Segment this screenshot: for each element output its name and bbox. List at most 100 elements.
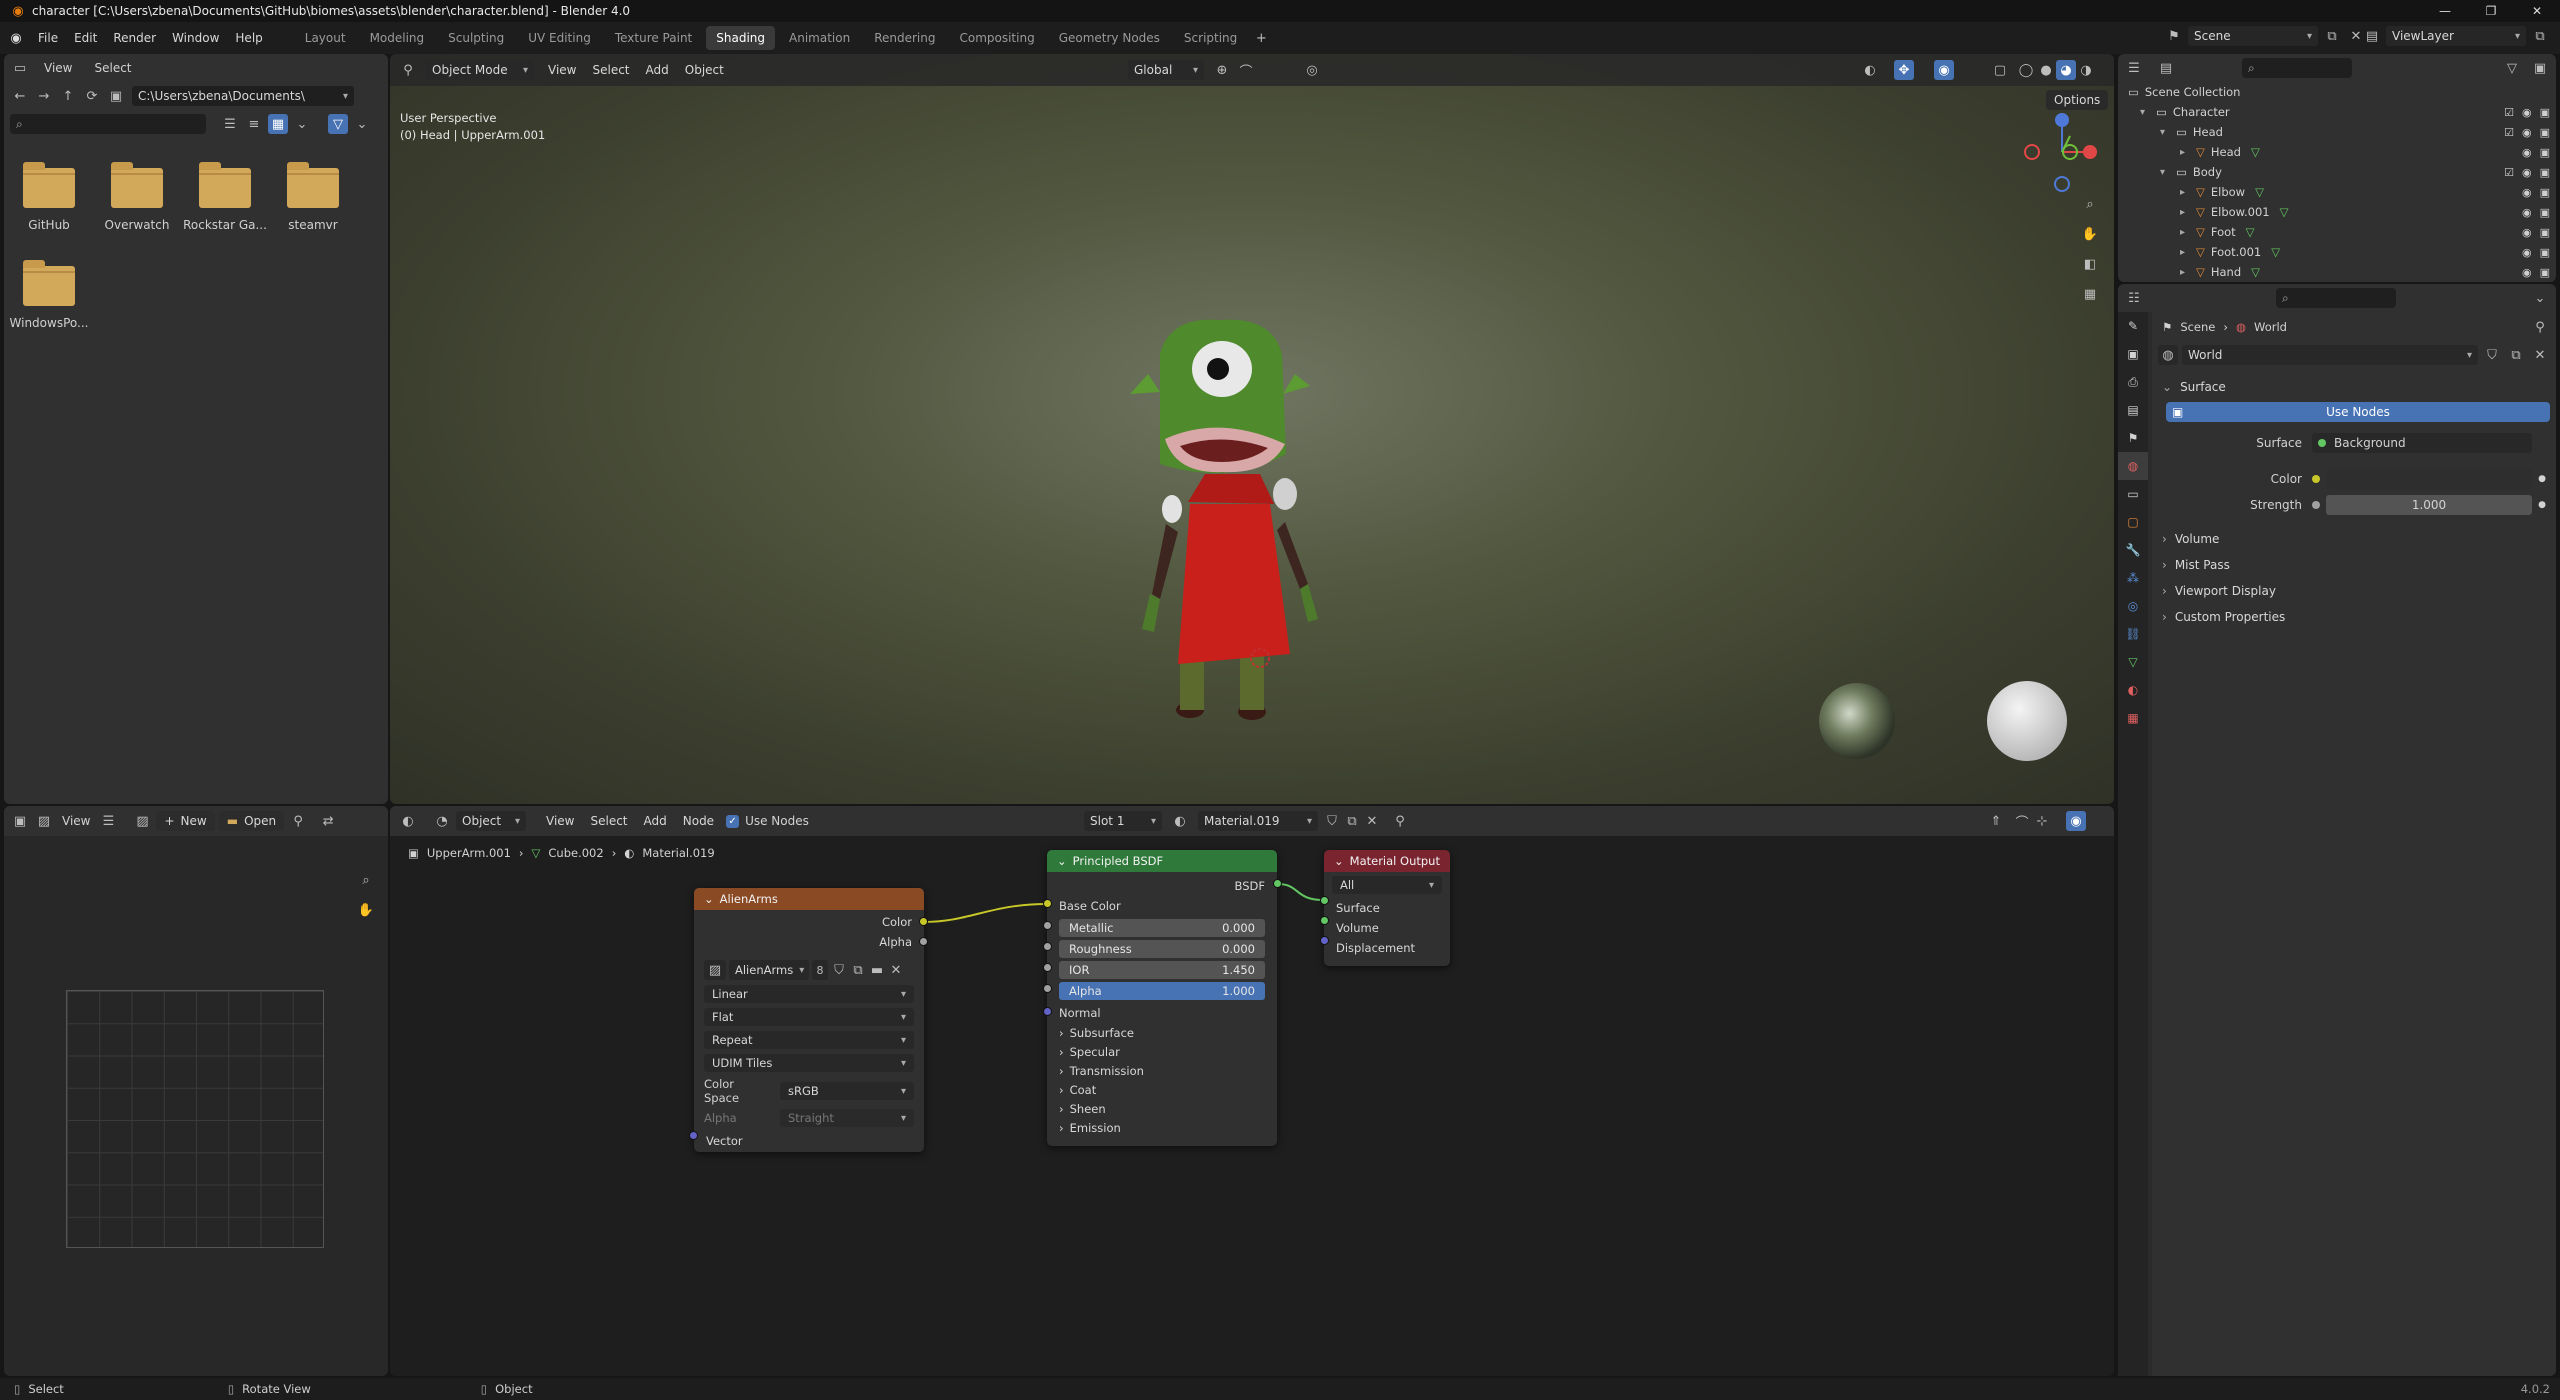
thumbnails-icon[interactable]: ▦ (268, 114, 288, 134)
editor-type-outliner-icon[interactable]: ☰ (2124, 58, 2144, 78)
exclude-checkbox[interactable]: ☑ (2504, 106, 2514, 119)
duplicate-image-icon[interactable]: ⧉ (850, 960, 866, 980)
character-model[interactable] (1130, 319, 1318, 720)
delete-view-layer-icon[interactable]: ✕ (2554, 26, 2560, 46)
ne-menu-select[interactable]: Select (582, 814, 635, 828)
node-header[interactable]: ⌄ Material Output (1324, 850, 1450, 872)
interpolation-dropdown[interactable]: Linear (704, 985, 914, 1003)
tab-world[interactable]: ◍ (2118, 452, 2148, 480)
tab-modifiers[interactable]: 🔧 (2118, 536, 2148, 564)
open-image-button[interactable]: ▬ Open (218, 811, 285, 831)
tab-physics[interactable]: ◎ (2118, 592, 2148, 620)
menu-window[interactable]: Window (164, 31, 227, 45)
image-browse-icon[interactable]: ▨ (704, 960, 726, 980)
volume-section-header[interactable]: Volume (2152, 526, 2556, 552)
3d-viewport[interactable]: User Perspective (0) Head | UpperArm.001… (390, 54, 2114, 804)
alpha-field[interactable]: Alpha 1.000 (1059, 982, 1265, 1000)
editor-type-3d-icon[interactable]: ⚲ (398, 60, 418, 80)
pivot-icon[interactable]: ⊕ (1212, 60, 1232, 80)
shader-type-dropdown[interactable]: Object (456, 811, 526, 831)
editor-type-image-icon[interactable]: ▣ (10, 811, 30, 831)
uv-grid[interactable] (66, 990, 324, 1248)
tab-sculpting[interactable]: Sculpting (438, 26, 514, 50)
properties-search-input[interactable]: ⌕ (2276, 288, 2396, 308)
duplicate-material-icon[interactable]: ⧉ (1342, 811, 1362, 831)
folder-item[interactable]: Overwatch (94, 162, 180, 232)
use-nodes-checkbox[interactable]: ✓ Use Nodes (726, 814, 809, 828)
menu-help[interactable]: Help (227, 31, 270, 45)
vp-menu-select[interactable]: Select (584, 63, 637, 77)
expand-right-icon[interactable]: ▸ (2180, 187, 2192, 198)
eye-icon[interactable]: ◉ (2522, 266, 2532, 279)
panel-subsurface[interactable]: › Subsurface (1047, 1023, 1277, 1042)
folder-item[interactable]: GitHub (6, 162, 92, 232)
vp-menu-object[interactable]: Object (677, 63, 732, 77)
tab-output[interactable]: ⎙ (2118, 368, 2148, 396)
expand-down-icon[interactable]: ▾ (2160, 127, 2172, 138)
outliner-search-input[interactable]: ⌕ (2242, 58, 2352, 78)
add-workspace-icon[interactable]: + (1251, 28, 1271, 48)
socket-vector-in[interactable] (689, 1131, 698, 1140)
shader-type-icon[interactable]: ◔ (432, 811, 452, 831)
world-name-field[interactable]: World (2182, 345, 2478, 365)
menu-edit[interactable]: Edit (66, 31, 105, 45)
extension-dropdown[interactable]: Repeat (704, 1031, 914, 1049)
mesh-data-icon[interactable]: ▽ (2271, 245, 2280, 259)
ie-menu-view[interactable]: View (58, 814, 94, 828)
image-name-field[interactable]: AlienArms (729, 960, 809, 980)
ne-menu-add[interactable]: Add (636, 814, 675, 828)
blender-menu-icon[interactable]: ◉ (6, 28, 26, 48)
menu-file[interactable]: File (30, 31, 66, 45)
mesh-data-icon[interactable]: ▽ (2246, 225, 2255, 239)
material-output-node[interactable]: ⌄ Material Output All Surface Volume Dis… (1324, 850, 1450, 966)
panel-sheen[interactable]: › Sheen (1047, 1099, 1277, 1118)
strength-field[interactable]: 1.000 (2326, 495, 2532, 515)
view-layer-field[interactable]: ViewLayer (2386, 26, 2526, 46)
wireframe-shading-icon[interactable]: ◯ (2016, 60, 2036, 80)
sort-dropdown-icon[interactable]: ⌄ (292, 114, 312, 134)
close-button[interactable]: ✕ (2514, 0, 2560, 22)
socket-alpha-in[interactable] (1043, 984, 1052, 993)
expand-right-icon[interactable]: ▸ (2180, 207, 2192, 218)
slot-dropdown[interactable]: Slot 1 (1084, 811, 1162, 831)
custom-properties-section-header[interactable]: Custom Properties (2152, 604, 2556, 630)
expand-right-icon[interactable]: ▸ (2180, 247, 2192, 258)
node-overlay-icon[interactable]: ◉ (2066, 811, 2086, 831)
fake-user-icon[interactable]: ⛉ (2482, 345, 2502, 365)
fake-user-icon[interactable]: ⛉ (831, 960, 847, 980)
camera-render-icon[interactable]: ▣ (2540, 206, 2550, 219)
image-browse-icon[interactable]: ▨ (132, 811, 152, 831)
forward-icon[interactable]: → (34, 86, 54, 106)
uv-sync-icon[interactable]: ⇄ (318, 811, 338, 831)
new-view-layer-icon[interactable]: ⧉ (2530, 26, 2550, 46)
solid-shading-icon[interactable]: ● (2036, 60, 2056, 80)
properties-options-icon[interactable]: ⌄ (2530, 288, 2550, 308)
file-search-input[interactable]: ⌕ (10, 114, 206, 134)
zoom-icon[interactable]: ⌕ (356, 870, 376, 890)
unlink-image-icon[interactable]: ✕ (888, 960, 904, 980)
user-count[interactable]: 8 (812, 960, 828, 980)
tab-scene[interactable]: ⚑ (2118, 424, 2148, 452)
ortho-grid-icon[interactable]: ▦ (2080, 284, 2100, 304)
eye-icon[interactable]: ◉ (2522, 226, 2532, 239)
viewport-display-section-header[interactable]: Viewport Display (2152, 578, 2556, 604)
tab-material[interactable]: ◐ (2118, 676, 2148, 704)
horizontal-list-icon[interactable]: ≡ (244, 114, 264, 134)
socket-basecolor-in[interactable] (1043, 899, 1052, 908)
socket-alpha-out[interactable] (919, 937, 928, 946)
expand-down-icon[interactable]: ▾ (2160, 167, 2172, 178)
mesh-data-icon[interactable]: ▽ (2280, 205, 2289, 219)
parent-directory-icon[interactable]: ↑ (58, 86, 78, 106)
rendered-shading-icon[interactable]: ◑ (2076, 60, 2096, 80)
eye-icon[interactable]: ◉ (2522, 166, 2532, 179)
outliner-row[interactable]: ▸ ▽ Foot.001 ▽ ◉ ▣ (2118, 242, 2556, 262)
source-dropdown[interactable]: UDIM Tiles (704, 1054, 914, 1072)
mesh-data-icon[interactable]: ▽ (2251, 145, 2260, 159)
surface-section-header[interactable]: Surface (2152, 374, 2556, 400)
panel-emission[interactable]: › Emission (1047, 1118, 1277, 1137)
material-browse-icon[interactable]: ◐ (1170, 811, 1190, 831)
pin-icon[interactable]: ⚲ (2530, 317, 2550, 337)
open-folder-icon[interactable]: ▬ (869, 960, 885, 980)
filter-icon[interactable]: ▽ (2502, 58, 2522, 78)
navigation-gizmo[interactable] (2024, 113, 2097, 192)
